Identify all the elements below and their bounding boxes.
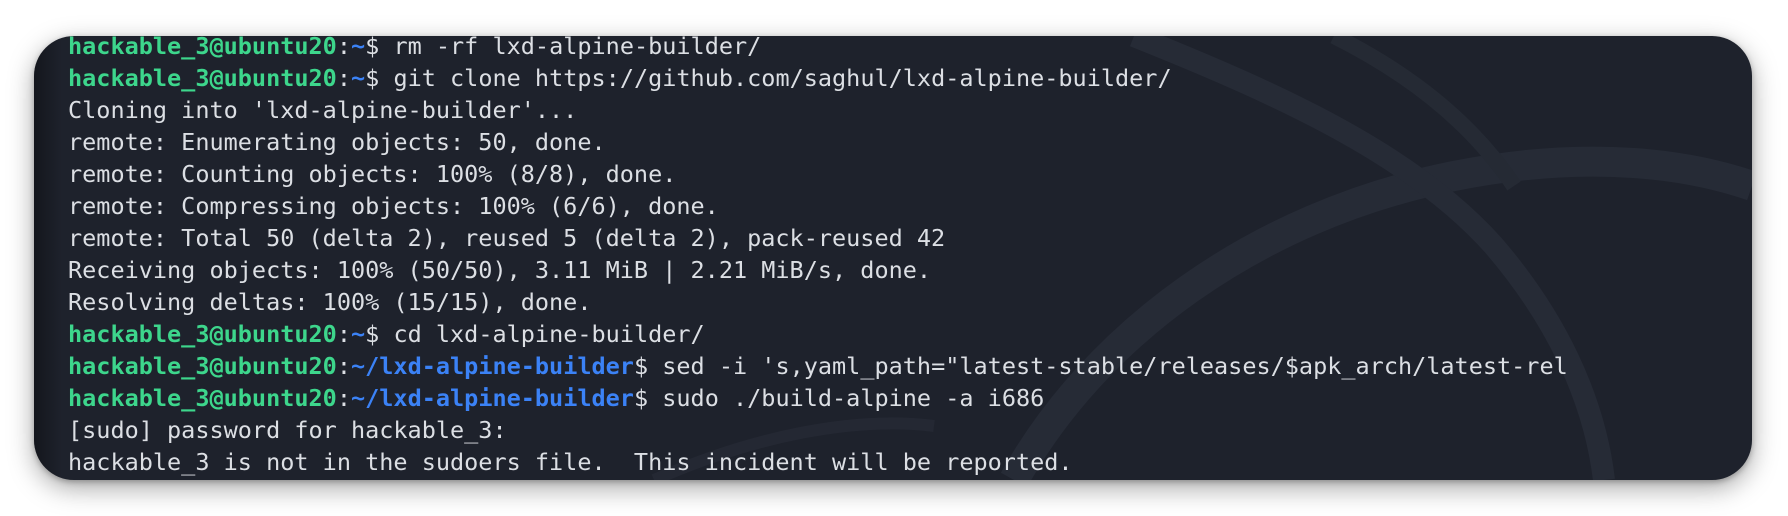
prompt-user: hackable_3@ubuntu20	[68, 352, 337, 380]
command-text: sudo ./build-alpine -a i686	[648, 384, 1045, 412]
prompt-line: hackable_3@ubuntu20:~$ rm -rf lxd-alpine…	[68, 36, 1568, 62]
prompt-path: ~/lxd-alpine-builder	[350, 352, 634, 380]
command-text: sed -i 's,yaml_path="latest-stable/relea…	[648, 352, 1568, 380]
prompt-path: ~	[350, 64, 366, 92]
output-line: Receiving objects: 100% (50/50), 3.11 Mi…	[68, 256, 932, 284]
prompt-colon: :	[336, 320, 351, 348]
prompt-user: hackable_3@ubuntu20	[68, 36, 337, 60]
prompt-user: hackable_3@ubuntu20	[68, 384, 337, 412]
terminal-output[interactable]: hackable_3@ubuntu20:~$ rm -rf lxd-alpine…	[68, 36, 1568, 478]
prompt-path: ~	[350, 320, 366, 348]
output-line: Cloning into 'lxd-alpine-builder'...	[68, 96, 578, 124]
output-line: remote: Total 50 (delta 2), reused 5 (de…	[68, 224, 946, 252]
prompt-dollar: $	[633, 384, 649, 412]
terminal-window: hackable_3@ubuntu20:~$ rm -rf lxd-alpine…	[34, 36, 1752, 480]
prompt-colon: :	[336, 64, 351, 92]
output-line: remote: Counting objects: 100% (8/8), do…	[68, 160, 677, 188]
command-text: git clone https://github.com/saghul/lxd-…	[379, 64, 1172, 92]
prompt-dollar: $	[633, 352, 649, 380]
prompt-user: hackable_3@ubuntu20	[68, 64, 337, 92]
command-text: rm -rf lxd-alpine-builder/	[379, 36, 762, 60]
prompt-line: hackable_3@ubuntu20:~/lxd-alpine-builder…	[68, 350, 1568, 382]
prompt-dollar: $	[365, 320, 380, 348]
output-line: hackable_3 is not in the sudoers file. T…	[68, 448, 1073, 476]
prompt-colon: :	[336, 352, 351, 380]
prompt-dollar: $	[365, 36, 380, 60]
prompt-path: ~	[350, 36, 366, 60]
prompt-colon: :	[336, 36, 351, 60]
prompt-colon: :	[336, 384, 351, 412]
prompt-line: hackable_3@ubuntu20:~$ cd lxd-alpine-bui…	[68, 318, 1568, 350]
output-line: [sudo] password for hackable_3:	[68, 416, 507, 444]
command-text: cd lxd-alpine-builder/	[379, 320, 705, 348]
prompt-line: hackable_3@ubuntu20:~$ git clone https:/…	[68, 62, 1568, 94]
output-line: Resolving deltas: 100% (15/15), done.	[68, 288, 592, 316]
prompt-dollar: $	[365, 64, 380, 92]
prompt-line: hackable_3@ubuntu20:~/lxd-alpine-builder…	[68, 382, 1568, 414]
output-line: remote: Compressing objects: 100% (6/6),…	[68, 192, 719, 220]
prompt-user: hackable_3@ubuntu20	[68, 320, 337, 348]
prompt-path: ~/lxd-alpine-builder	[350, 384, 634, 412]
output-line: remote: Enumerating objects: 50, done.	[68, 128, 606, 156]
